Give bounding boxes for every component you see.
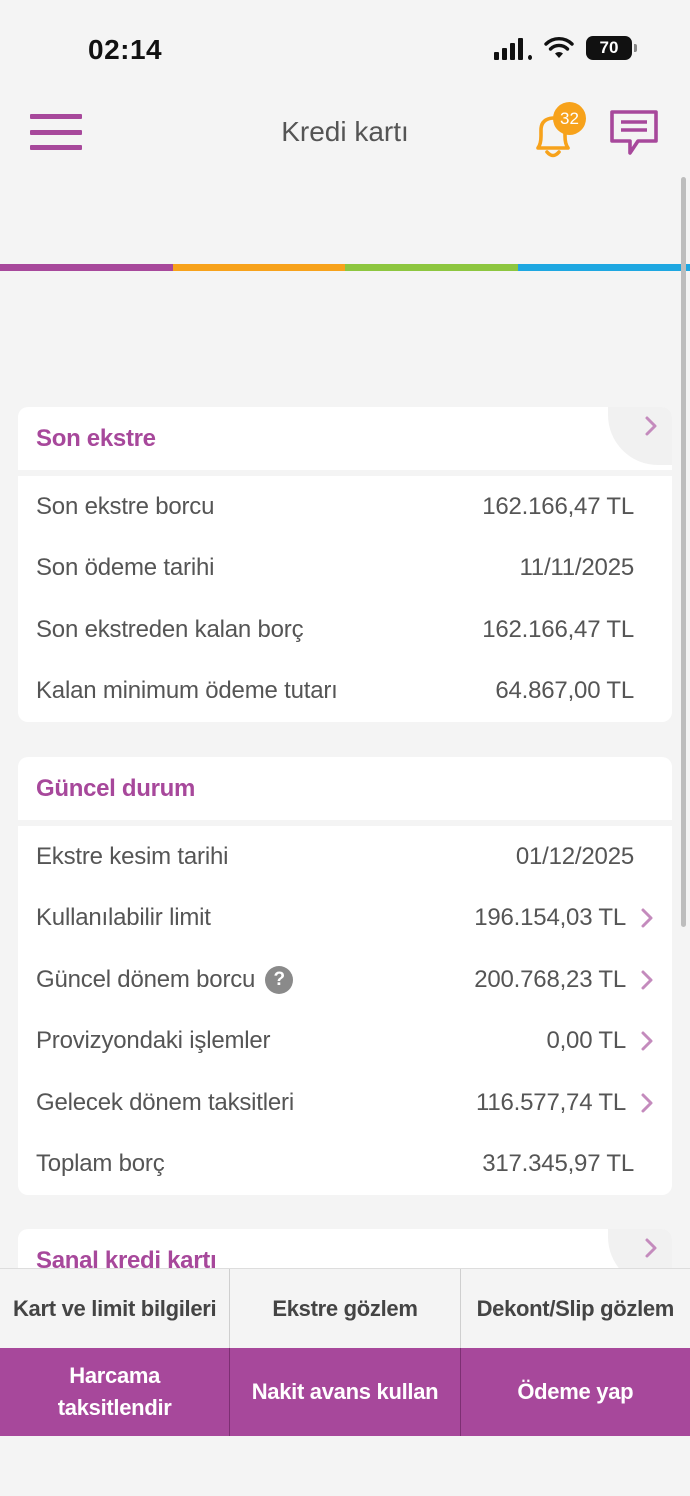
row-label: Son ekstreden kalan borç [36,615,304,643]
chevron-right-icon [641,970,653,990]
row-ekstre-kesim-tarihi: Ekstre kesim tarihi 01/12/2025 [36,826,654,888]
content-scroll-area[interactable]: Son ekstre Son ekstre borcu 162.166,47 T… [0,171,690,1268]
nakit-avans-kullan-button[interactable]: Nakit avans kullan [230,1348,461,1436]
row-label: Kalan minimum ödeme tutarı [36,677,338,705]
sanal-kredi-karti-card[interactable]: Sanal kredi kartı [18,1229,672,1268]
row-value: 162.166,47 TL [482,492,634,520]
sanal-kredi-detail-button[interactable] [608,1229,672,1268]
primary-actions-row: Harcama taksitlendir Nakit avans kullan … [0,1348,690,1436]
notification-badge: 32 [553,102,586,135]
home-indicator-area [0,1436,690,1496]
wifi-icon [544,37,574,58]
son-ekstre-body: Son ekstre borcu 162.166,47 TL Son ödeme… [18,476,672,722]
guncel-durum-body: Ekstre kesim tarihi 01/12/2025 Kullanıla… [18,826,672,1195]
row-value: 200.768,23 TL [474,965,626,993]
row-label: Son ekstre borcu [36,492,215,520]
row-kalan-minimum-odeme: Kalan minimum ödeme tutarı 64.867,00 TL [36,661,654,723]
sanal-kredi-header[interactable]: Sanal kredi kartı [18,1229,672,1268]
harcama-taksitlendir-button[interactable]: Harcama taksitlendir [0,1348,231,1436]
row-value: 01/12/2025 [515,842,634,870]
dekont-slip-gozlem-button[interactable]: Dekont/Slip gözlem [461,1269,690,1348]
row-son-ekstre-borcu: Son ekstre borcu 162.166,47 TL [36,476,654,538]
chevron-right-icon [645,1238,657,1258]
status-bar: 02:14 70 [0,0,690,100]
row-toplam-borc: Toplam borç 317.345,97 TL [36,1134,654,1196]
son-ekstre-title: Son ekstre [36,425,156,452]
row-kullanilabilir-limit[interactable]: Kullanılabilir limit 196.154,03 TL [36,888,654,950]
ekstre-gozlem-button[interactable]: Ekstre gözlem [230,1269,461,1348]
guncel-durum-header: Güncel durum [18,757,672,820]
row-value: 11/11/2025 [519,554,634,582]
row-label: Gelecek dönem taksitleri [36,1088,294,1116]
row-value: 196.154,03 TL [474,904,626,932]
row-guncel-donem-borcu[interactable]: Güncel dönem borcu ? 200.768,23 TL [36,949,654,1011]
chevron-right-icon [641,1093,653,1113]
app-header: Kredi kartı 32 [0,100,690,271]
row-label: Güncel dönem borcu [36,965,256,993]
son-ekstre-header[interactable]: Son ekstre [18,407,672,470]
son-ekstre-card: Son ekstre Son ekstre borcu 162.166,47 T… [18,407,672,722]
scrollbar[interactable] [681,177,686,927]
row-provizyondaki-islemler[interactable]: Provizyondaki işlemler 0,00 TL [36,1011,654,1073]
help-question-icon[interactable]: ? [265,965,294,994]
odeme-yap-button[interactable]: Ödeme yap [461,1348,690,1436]
chevron-right-icon [641,1031,653,1051]
battery-icon: 70 [586,36,637,60]
bottom-action-bar: Kart ve limit bilgileri Ekstre gözlem De… [0,1268,690,1496]
row-son-ekstreden-kalan-borc: Son ekstreden kalan borç 162.166,47 TL [36,599,654,661]
row-value: 0,00 TL [546,1027,626,1055]
guncel-durum-title: Güncel durum [36,775,196,802]
son-ekstre-detail-button[interactable] [608,407,672,465]
row-label: Ekstre kesim tarihi [36,842,229,870]
sanal-kredi-title: Sanal kredi kartı [36,1247,217,1268]
row-value: 162.166,47 TL [482,615,634,643]
row-value: 64.867,00 TL [495,677,634,705]
row-label: Kullanılabilir limit [36,904,211,932]
row-label: Toplam borç [36,1150,165,1178]
guncel-durum-card: Güncel durum Ekstre kesim tarihi 01/12/2… [18,757,672,1195]
row-son-odeme-tarihi: Son ödeme tarihi 11/11/2025 [36,538,654,600]
row-gelecek-donem-taksitleri[interactable]: Gelecek dönem taksitleri 116.577,74 TL [36,1072,654,1134]
row-value: 116.577,74 TL [476,1088,626,1116]
page-title: Kredi kartı [281,116,409,147]
chevron-right-icon [641,908,653,928]
row-value: 317.345,97 TL [482,1150,634,1178]
row-label: Son ödeme tarihi [36,554,215,582]
kart-limit-bilgileri-button[interactable]: Kart ve limit bilgileri [0,1269,231,1348]
secondary-actions-row: Kart ve limit bilgileri Ekstre gözlem De… [0,1268,690,1348]
cellular-signal-icon [494,36,532,60]
chevron-right-icon [645,416,657,436]
row-label: Provizyondaki işlemler [36,1027,271,1055]
chat-message-icon[interactable] [608,108,660,158]
status-icons: 70 [494,36,637,60]
status-time: 02:14 [88,34,163,65]
